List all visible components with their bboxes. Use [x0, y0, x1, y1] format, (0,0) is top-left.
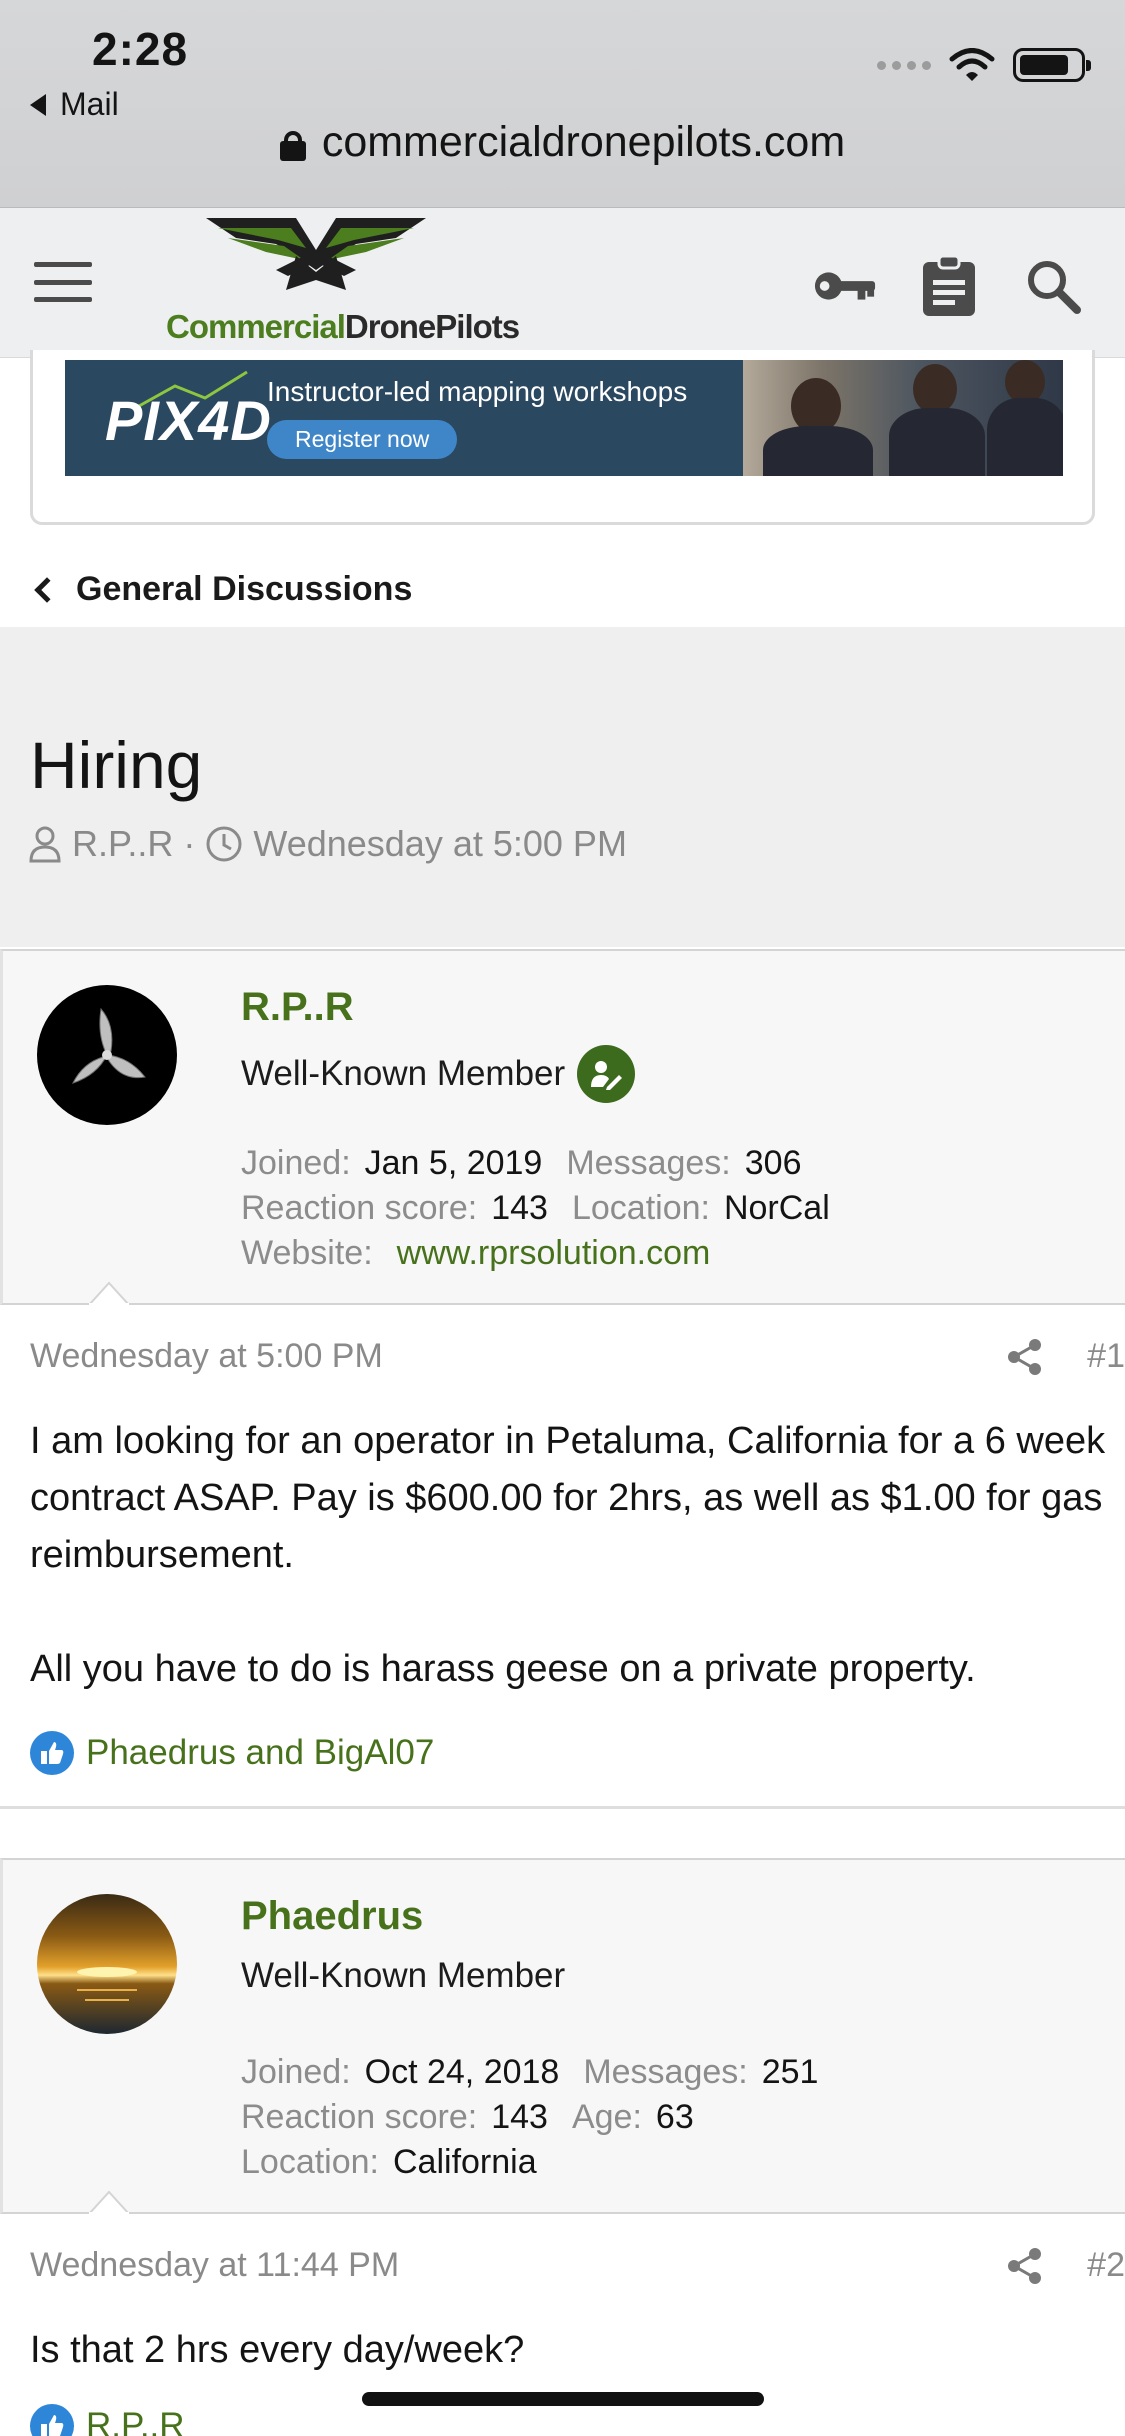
battery-icon	[1013, 48, 1091, 82]
meta-separator: ·	[183, 823, 196, 864]
post-paragraph: Is that 2 hrs every day/week?	[30, 2329, 525, 2371]
breadcrumb-label: General Discussions	[76, 570, 413, 608]
location-value: NorCal	[723, 1189, 830, 1227]
reaction-score-value: 143	[491, 2098, 548, 2136]
messages-value: 251	[761, 2053, 819, 2091]
url-text: commercialdronepilots.com	[321, 118, 846, 166]
breadcrumb[interactable]: General Discussions	[30, 570, 412, 609]
status-time: 2:28	[92, 23, 189, 75]
thread-title: Hiring	[30, 728, 203, 802]
user-stats: Joined: Oct 24, 2018 Messages: 251 Reaction…	[241, 2053, 819, 2181]
reaction-score-value: 143	[491, 1189, 548, 1227]
reaction-users[interactable]: R.P..R	[86, 2406, 185, 2436]
site-header: CommercialDronePilots	[0, 208, 1125, 358]
site-logo[interactable]: CommercialDronePilots	[166, 208, 520, 358]
user-stats: Joined: Jan 5, 2019 Messages: 306 Reaction …	[241, 1144, 830, 1272]
ad-logo: PIX4D	[105, 389, 272, 452]
location-value: California	[393, 2143, 537, 2181]
ad-register-button[interactable]: Register now	[267, 420, 458, 459]
wifi-icon	[949, 48, 995, 81]
reactions-bar[interactable]: Phaedrus and BigAl07	[30, 1731, 434, 1775]
joined-value: Oct 24, 2018	[364, 2053, 560, 2091]
sunset-avatar-icon	[77, 1967, 137, 2001]
user-title: Well-Known Member	[241, 1045, 636, 1103]
staff-pencil-badge-icon	[577, 1045, 636, 1103]
propeller-avatar-icon	[72, 1007, 146, 1084]
thread-meta: R.P..R · Wednesday at 5:00 PM	[28, 823, 627, 865]
address-bar[interactable]: commercialdronepilots.com	[0, 118, 1125, 167]
browser-top-bar: 2:28 Mail commercialdronepilots.com	[0, 0, 1125, 208]
home-indicator[interactable]	[362, 2392, 764, 2406]
post-message: I am looking for an operator in Petaluma…	[30, 1413, 1110, 1698]
thumbs-up-icon	[30, 1731, 74, 1775]
lock-icon	[279, 130, 306, 161]
site-logo-text: CommercialDronePilots	[166, 308, 520, 345]
avatar[interactable]	[37, 1894, 177, 2034]
post-pointer-arrow	[89, 1281, 129, 1305]
cellular-signal-icon	[877, 60, 931, 70]
post-date[interactable]: Wednesday at 11:44 PM	[30, 2246, 399, 2285]
joined-value: Jan 5, 2019	[364, 1144, 543, 1182]
post-body: Wednesday at 5:00 PM #1 I am looking for…	[0, 1307, 1125, 1805]
age-value: 63	[655, 2098, 694, 2136]
post-date[interactable]: Wednesday at 5:00 PM	[30, 1337, 383, 1376]
post-paragraph: I am looking for an operator in Petaluma…	[30, 1420, 1106, 1576]
messages-value: 306	[744, 1144, 802, 1182]
username[interactable]: Phaedrus	[241, 1894, 423, 1939]
clipboard-register-icon[interactable]	[917, 254, 981, 318]
thread-header: Hiring R.P..R · Wednesday at 5:00 PM	[0, 627, 1125, 947]
share-icon[interactable]	[1005, 1337, 1045, 1377]
thumbs-up-icon	[30, 2404, 74, 2436]
menu-icon[interactable]	[34, 262, 92, 302]
drone-wings-logo-icon	[206, 218, 426, 290]
post-message: Is that 2 hrs every day/week?	[30, 2322, 1110, 2379]
reactions-bar[interactable]: R.P..R	[30, 2404, 185, 2436]
post-pointer-arrow	[89, 2190, 129, 2214]
back-triangle-icon	[30, 93, 46, 116]
status-indicators	[877, 48, 1091, 82]
ad-title: Instructor-led mapping workshops	[267, 376, 688, 407]
ad-container: PIX4D Instructor-led mapping workshops R…	[30, 350, 1095, 525]
share-icon[interactable]	[1005, 2246, 1045, 2286]
reaction-users[interactable]: Phaedrus and BigAl07	[86, 1733, 434, 1773]
user-title: Well-Known Member	[241, 1956, 565, 1996]
thread-author[interactable]: R.P..R	[72, 823, 173, 865]
login-key-icon[interactable]	[813, 254, 877, 318]
clock-icon	[206, 826, 242, 862]
post-divider	[0, 1806, 1125, 1809]
post-user-block: R.P..R Well-Known Member Joined: Jan 5, 2…	[0, 949, 1125, 1305]
post-paragraph: All you have to do is harass geese on a …	[30, 1648, 976, 1690]
post-number[interactable]: #1	[1087, 1337, 1125, 1376]
pix4d-ad-banner[interactable]: PIX4D Instructor-led mapping workshops R…	[65, 360, 1063, 476]
user-title-text: Well-Known Member	[241, 1956, 566, 1995]
website-link[interactable]: www.rprsolution.com	[397, 1234, 711, 1272]
user-icon	[29, 826, 61, 863]
username[interactable]: R.P..R	[241, 985, 354, 1030]
chevron-left-icon	[34, 576, 60, 603]
thread-date[interactable]: Wednesday at 5:00 PM	[253, 823, 627, 865]
ad-classroom-photo	[743, 360, 1063, 476]
post-user-block: Phaedrus Well-Known Member Joined: Oct 24…	[0, 1858, 1125, 2214]
search-icon[interactable]	[1021, 254, 1085, 318]
avatar[interactable]	[37, 985, 177, 1125]
post-number[interactable]: #2	[1087, 2246, 1125, 2285]
user-title-text: Well-Known Member	[241, 1054, 566, 1093]
